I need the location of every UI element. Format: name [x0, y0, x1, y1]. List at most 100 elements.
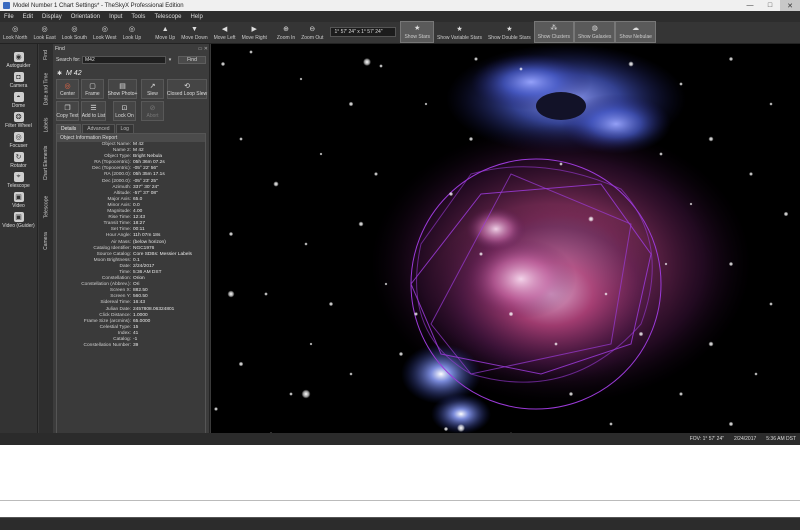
star: [519, 67, 523, 71]
camera-button[interactable]: ◘ Camera: [0, 72, 37, 89]
autoguider-button[interactable]: ◉ Autoguider: [0, 52, 37, 69]
main-toolbar: ◎ Look North ◎ Look East ◎ Look South ◎ Look…: [0, 21, 800, 44]
tab-log[interactable]: Log: [115, 124, 134, 133]
photo-icon: ▤: [119, 82, 126, 90]
look-south-button[interactable]: ◎ Look South: [59, 21, 90, 43]
star: [220, 61, 226, 67]
abort-icon: ⊘: [149, 104, 156, 112]
filter-wheel-icon: ❂: [13, 112, 24, 122]
move-up-button[interactable]: ▲ Move Up: [152, 21, 178, 43]
menu-tools[interactable]: Tools: [131, 14, 145, 20]
status-bar: FOV: 1° 57' 24" 2/24/2017 5:36 AM DST: [0, 433, 800, 445]
star: [384, 282, 388, 286]
tab-advanced[interactable]: Advanced: [82, 124, 115, 133]
tab-labels[interactable]: Labels: [39, 114, 53, 136]
video-guider-button[interactable]: ▣ Video (Guider): [0, 212, 37, 229]
star: [754, 372, 758, 376]
star: [304, 242, 308, 246]
star: [349, 372, 353, 376]
star: [708, 136, 714, 142]
menu-help[interactable]: Help: [190, 14, 202, 20]
arrow-up-icon: ▲: [161, 25, 169, 33]
minimize-button[interactable]: —: [740, 0, 760, 11]
status-fov: FOV: 1° 57' 24": [689, 436, 725, 442]
video-button[interactable]: ▣ Video: [0, 192, 37, 209]
look-west-button[interactable]: ◎ Look West: [90, 21, 120, 43]
report-rows: Object Name: M 42 Name 2: M 42 Object Type: B…: [57, 142, 205, 349]
zoom-in-button[interactable]: ⊕ Zoom In: [274, 21, 298, 43]
abort-button[interactable]: ⊘ Abort: [141, 101, 164, 121]
menu-display[interactable]: Display: [42, 14, 62, 20]
show-photo-button[interactable]: ▤ Show Photo+: [108, 79, 137, 99]
tab-camera[interactable]: Camera: [39, 226, 53, 256]
autoguider-icon: ◉: [13, 52, 24, 62]
tab-find[interactable]: Find: [39, 46, 53, 64]
sky-chart[interactable]: [211, 44, 800, 445]
star: [273, 181, 279, 187]
tab-date-and-time[interactable]: Date and Time: [39, 66, 53, 112]
star: [358, 221, 364, 227]
star: [249, 50, 253, 54]
show-clusters-toggle[interactable]: ⁂ Show Clusters: [533, 21, 575, 43]
show-galaxies-toggle[interactable]: ◍ Show Galaxies: [574, 21, 616, 43]
rotator-button[interactable]: ↻ Rotator: [0, 152, 37, 169]
focuser-button[interactable]: ◎ Focuser: [0, 132, 37, 149]
move-left-button[interactable]: ◀ Move Left: [211, 21, 239, 43]
star: [568, 391, 574, 397]
look-north-button[interactable]: ◎ Look North: [0, 21, 30, 43]
show-nebulae-toggle[interactable]: ☁ Show Nebulae: [615, 21, 656, 43]
star: [299, 77, 303, 81]
star: [638, 331, 644, 337]
report-row: Constellation Number: 39: [57, 343, 205, 349]
add-to-list-button[interactable]: ☰ Add to List: [81, 101, 106, 121]
menu-file[interactable]: File: [4, 14, 14, 20]
fov-dropdown[interactable]: 1° 57' 24" x 1° 57' 24": [330, 27, 397, 37]
star: [398, 351, 404, 357]
zoom-out-button[interactable]: ⊖ Zoom Out: [298, 21, 326, 43]
menu-telescope[interactable]: Telescope: [154, 14, 181, 20]
sky-chart-canvas[interactable]: [211, 44, 800, 445]
frame-button[interactable]: ▢ Frame: [81, 79, 104, 99]
star: [769, 102, 773, 106]
menu-input[interactable]: Input: [109, 14, 122, 20]
closed-loop-icon: ⟲: [184, 82, 190, 90]
tab-chart-elements[interactable]: Chart Elements: [39, 138, 53, 188]
panel-close-icon[interactable]: ▭ ✕: [198, 46, 208, 52]
dome-icon: ◓: [13, 92, 24, 102]
menu-orientation[interactable]: Orientation: [71, 14, 100, 20]
show-variable-stars-toggle[interactable]: ★ Show Variable Stars: [434, 21, 485, 43]
menu-edit[interactable]: Edit: [23, 14, 33, 20]
search-dropdown-icon[interactable]: ▾: [166, 57, 174, 63]
rotator-icon: ↻: [13, 152, 24, 162]
cluster-icon: ⁂: [550, 25, 558, 32]
show-double-stars-toggle[interactable]: ★ Show Double Stars: [485, 21, 534, 43]
copy-icon: ❐: [64, 104, 71, 112]
status-date: 2/24/2017: [734, 436, 757, 442]
close-button[interactable]: ✕: [780, 0, 800, 11]
slew-button[interactable]: ↗ Slew: [141, 79, 164, 99]
tab-telescope[interactable]: Telescope: [39, 190, 53, 224]
look-up-button[interactable]: ◎ Look Up: [120, 21, 145, 43]
arrow-right-icon: ▶: [251, 26, 257, 33]
app-window: Model Number 1 Chart Settings* - TheSkyX…: [0, 0, 800, 445]
search-input[interactable]: M42: [82, 55, 166, 64]
dome-button[interactable]: ◓ Dome: [0, 92, 37, 109]
star: [474, 57, 478, 61]
show-stars-toggle[interactable]: ★ Show Stars: [400, 21, 435, 43]
move-down-button[interactable]: ▼ Move Down: [178, 21, 210, 43]
closed-loop-slew-button[interactable]: ⟲ Closed Loop Slew: [167, 79, 207, 99]
center-button[interactable]: ◎ Center: [56, 79, 79, 99]
star: [783, 211, 789, 217]
filter-wheel-button[interactable]: ❂ Filter Wheel: [0, 112, 37, 129]
maximize-button[interactable]: □: [760, 0, 780, 11]
lock-on-button[interactable]: ⊡ Lock On: [113, 101, 136, 121]
move-right-button[interactable]: ▶ Move Right: [239, 21, 270, 43]
galaxy-icon: ◍: [591, 25, 598, 32]
telescope-button[interactable]: ⌖ Telescope: [0, 172, 37, 189]
copy-text-button[interactable]: ❐ Copy Text: [56, 101, 79, 121]
object-star-icon: ✱: [57, 70, 63, 77]
compass-icon: ◎: [128, 26, 135, 33]
find-button[interactable]: Find: [178, 55, 206, 64]
tab-details[interactable]: Details: [56, 124, 82, 133]
look-east-button[interactable]: ◎ Look East: [30, 21, 58, 43]
